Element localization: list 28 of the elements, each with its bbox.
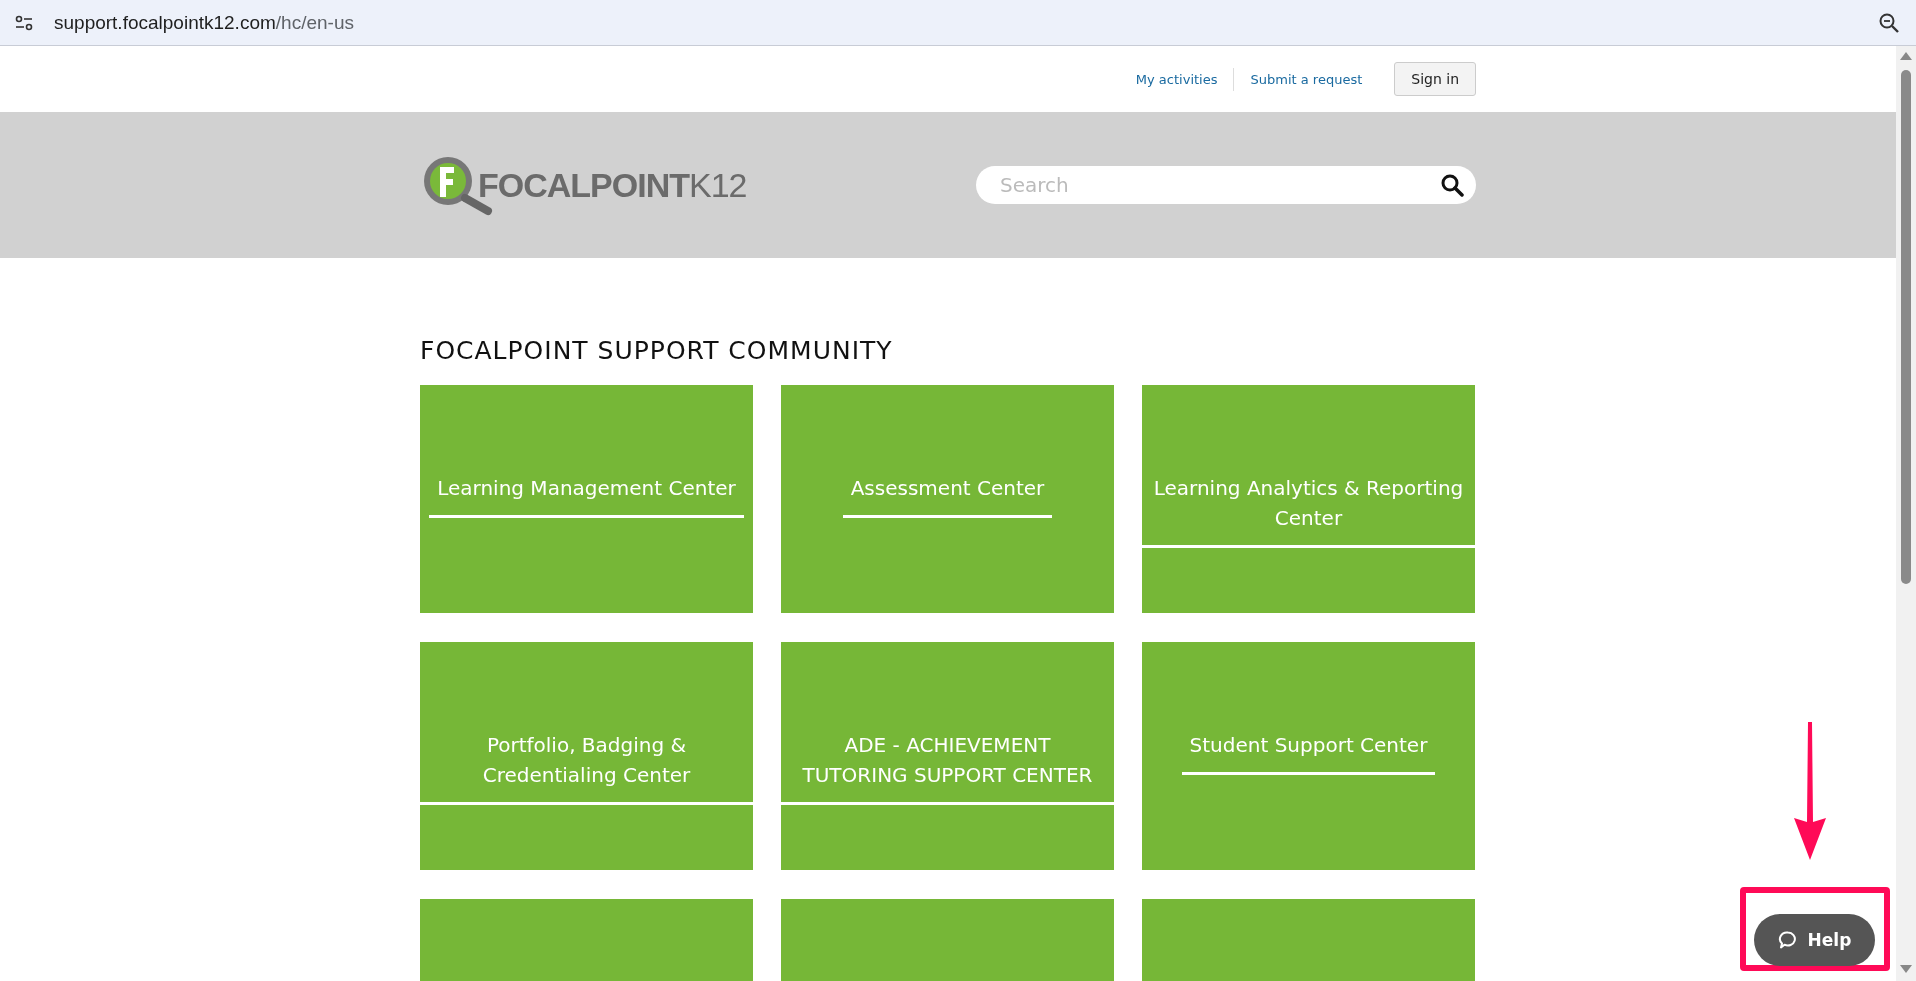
- scrollbar[interactable]: [1896, 46, 1916, 981]
- category-title[interactable]: Assessment Center: [842, 473, 1053, 518]
- logo-text: FOCALPOINTK12: [478, 165, 747, 205]
- sign-in-button[interactable]: Sign in: [1394, 62, 1476, 96]
- category-tile[interactable]: Student Support Center: [1142, 642, 1475, 870]
- section-title: FOCALPOINT SUPPORT COMMUNITY: [420, 336, 894, 365]
- scroll-down-icon[interactable]: [1900, 965, 1912, 973]
- category-title[interactable]: Learning Management Center: [429, 473, 744, 518]
- search-field[interactable]: Search: [976, 166, 1476, 204]
- category-tile[interactable]: Learning Analytics & Reporting Center: [1142, 385, 1475, 613]
- scrollbar-thumb[interactable]: [1901, 70, 1911, 584]
- category-tile[interactable]: Assessment Center: [781, 385, 1114, 613]
- search-icon[interactable]: [1440, 173, 1464, 197]
- help-button[interactable]: Help: [1754, 914, 1875, 966]
- category-title[interactable]: ADE - ACHIEVEMENT TUTORING SUPPORT CENTER: [781, 730, 1114, 805]
- category-title[interactable]: Portfolio, Badging & Credentialing Center: [420, 730, 753, 805]
- category-tile[interactable]: ADE - ACHIEVEMENT TUTORING SUPPORT CENTER: [781, 642, 1114, 870]
- scroll-up-icon[interactable]: [1900, 52, 1912, 60]
- nav-link[interactable]: My activities: [1119, 67, 1234, 91]
- category-title[interactable]: Student Support Center: [1181, 730, 1436, 775]
- search-input[interactable]: Search: [998, 172, 1440, 198]
- chat-bubble-icon: [1777, 930, 1798, 950]
- url-text[interactable]: support.focalpointk12.com/hc/en-us: [54, 11, 1858, 34]
- category-tile[interactable]: Learning Management Center: [420, 385, 753, 613]
- nav-link[interactable]: Submit a request: [1233, 67, 1379, 91]
- category-tile[interactable]: Portfolio, Badging & Credentialing Center: [420, 642, 753, 870]
- zoom-icon[interactable]: [1878, 11, 1900, 34]
- category-title[interactable]: Learning Analytics & Reporting Center: [1142, 473, 1475, 548]
